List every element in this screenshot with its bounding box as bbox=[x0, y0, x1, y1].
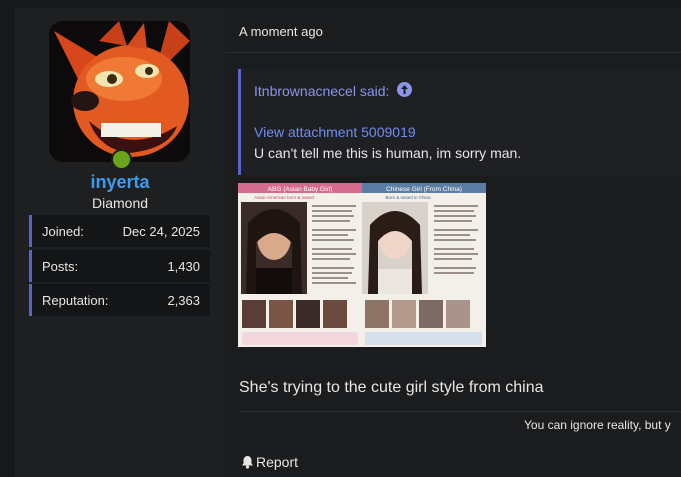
comparison-infographic: ABG (Asian Baby Girl) Chinese Girl (From… bbox=[238, 183, 486, 347]
post-timestamp[interactable]: A moment ago bbox=[239, 24, 323, 39]
left-sub-text: Asian-American born & raised bbox=[254, 195, 314, 200]
quote-author[interactable]: Itnbrownacnecel said: bbox=[254, 83, 389, 99]
stat-posts: Posts: 1,430 bbox=[29, 250, 210, 282]
left-header-text: ABG (Asian Baby Girl) bbox=[268, 186, 333, 193]
username-link[interactable]: inyerta bbox=[15, 172, 225, 193]
stat-value: Dec 24, 2025 bbox=[122, 224, 200, 239]
arrow-up-icon[interactable] bbox=[397, 82, 412, 97]
post-header-divider bbox=[225, 52, 681, 53]
report-button[interactable]: Report bbox=[241, 454, 298, 470]
stat-label: Joined: bbox=[42, 224, 84, 239]
crash-bandicoot-avatar-image bbox=[49, 21, 190, 162]
stat-label: Posts: bbox=[42, 259, 79, 274]
user-rank: Diamond bbox=[91, 195, 149, 211]
online-status-indicator bbox=[111, 149, 132, 170]
quote-text: U can't tell me this is human, im sorry … bbox=[254, 145, 522, 161]
stat-reputation: Reputation: 2,363 bbox=[29, 284, 210, 316]
signature-divider bbox=[239, 411, 681, 412]
stat-value: 1,430 bbox=[167, 259, 200, 274]
stat-label: Reputation: bbox=[42, 293, 109, 308]
stat-value: 2,363 bbox=[167, 293, 200, 308]
bell-icon bbox=[242, 456, 253, 469]
avatar[interactable] bbox=[49, 21, 190, 162]
report-label: Report bbox=[256, 454, 299, 470]
stat-joined: Joined: Dec 24, 2025 bbox=[29, 215, 210, 247]
signature-text: You can ignore reality, but y bbox=[524, 418, 671, 432]
post-body-text: She's trying to the cute girl style from… bbox=[239, 379, 544, 396]
right-header-text: Chinese Girl (From China) bbox=[386, 186, 462, 193]
right-sub-text: Born & raised in China bbox=[385, 195, 431, 200]
view-attachment-link[interactable]: View attachment 5009019 bbox=[254, 124, 416, 140]
attached-image[interactable]: ABG (Asian Baby Girl) Chinese Girl (From… bbox=[238, 183, 486, 347]
